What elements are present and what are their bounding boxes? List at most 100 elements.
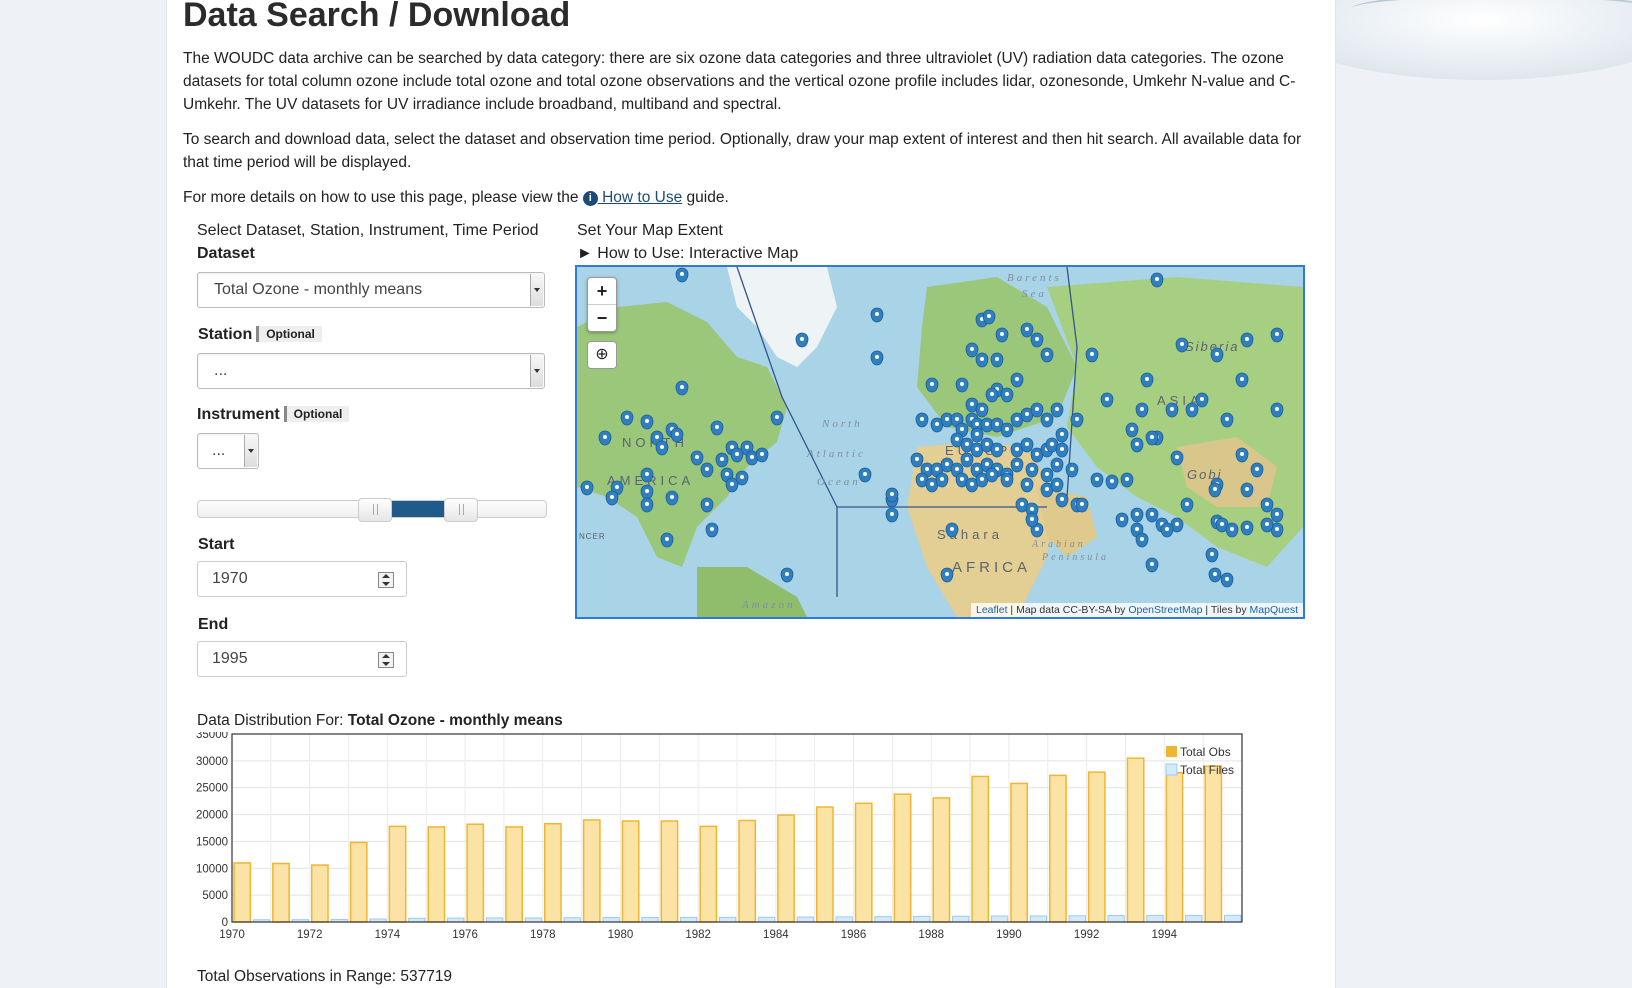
chart-x-tick-label: 1990 (996, 929, 1022, 941)
station-marker-dot (1175, 522, 1179, 526)
how-to-use-link[interactable]: i How to Use (582, 189, 682, 206)
slider-end-handle[interactable] (444, 498, 478, 522)
station-marker-dot (775, 415, 779, 419)
instrument-label-text: Instrument (197, 406, 280, 423)
spinner-icon[interactable] (378, 572, 394, 588)
station-marker-dot (1045, 472, 1049, 476)
label-atlantic: Atlantic (806, 448, 866, 460)
chart-bar-total-obs (349, 841, 368, 923)
station-marker-dot (645, 419, 649, 423)
station-marker-dot (1025, 412, 1029, 416)
label-africa: AFRICA (952, 559, 1031, 576)
station-marker-dot (875, 355, 879, 359)
station-marker-dot (960, 427, 964, 431)
station-marker-dot (585, 485, 589, 489)
station-marker-dot (730, 482, 734, 486)
zoom-in-button[interactable]: + (588, 278, 616, 305)
station-marker-dot (705, 467, 709, 471)
chart-x-tick-label: 1984 (763, 929, 789, 941)
distribution-title: Data Distribution For: Total Ozone - mon… (197, 712, 563, 730)
station-marker-dot (1035, 452, 1039, 456)
legend-swatch-total-obs (1166, 746, 1177, 757)
station-marker-dot (1150, 435, 1154, 439)
chart-bar-total-files (718, 916, 737, 923)
station-marker-dot (1190, 407, 1194, 411)
attribution-tiles: | Tiles by (1202, 604, 1250, 616)
station-marker-dot (710, 527, 714, 531)
station-marker-dot (920, 477, 924, 481)
station-marker-dot (980, 407, 984, 411)
chart-bar-total-files (913, 915, 931, 923)
station-marker-dot (1213, 487, 1217, 491)
zoom-out-button[interactable]: − (588, 305, 616, 331)
chart-y-tick-label: 20000 (196, 810, 228, 822)
station-marker-dot (955, 417, 959, 421)
map-howto-toggle[interactable]: ► How to Use: Interactive Map (577, 245, 798, 263)
info-icon: i (582, 191, 598, 206)
station-marker-dot (1055, 462, 1059, 466)
spinner-icon[interactable] (378, 652, 394, 668)
station-marker-dot (1215, 352, 1219, 356)
station-marker-dot (1155, 277, 1159, 281)
station-select[interactable]: ... (197, 353, 545, 389)
station-marker-dot (1220, 522, 1224, 526)
station-marker-dot (965, 442, 969, 446)
station-marker-dot (970, 402, 974, 406)
station-marker-dot (1240, 377, 1244, 381)
zoom-control[interactable]: + − (587, 277, 617, 332)
globe-icon[interactable]: ⊕ (587, 341, 617, 369)
station-marker-dot (705, 502, 709, 506)
station-marker-dot (975, 447, 979, 451)
station-marker-dot (1000, 332, 1004, 336)
slider-start-handle[interactable] (358, 498, 392, 522)
station-marker-dot (990, 392, 994, 396)
time-range-slider[interactable] (197, 498, 547, 522)
station-marker-dot (1015, 377, 1019, 381)
station-marker-dot (985, 442, 989, 446)
chart-bar-total-obs (815, 806, 834, 923)
station-marker-dot (695, 455, 699, 459)
osm-link[interactable]: OpenStreetMap (1128, 604, 1202, 616)
station-marker-dot (1213, 572, 1217, 576)
chart-x-tick-label: 1982 (685, 929, 711, 941)
station-marker-dot (1045, 487, 1049, 491)
chart-bar-total-files (1146, 914, 1164, 923)
chart-x-tick-label: 1988 (918, 929, 944, 941)
station-marker-dot (665, 537, 669, 541)
chart-bar-total-obs (660, 820, 679, 923)
station-marker-dot (1090, 352, 1094, 356)
chart-x-tick-label: 1972 (297, 929, 323, 941)
instrument-select[interactable]: ... (197, 433, 259, 469)
chart-bar-total-obs (1165, 771, 1184, 923)
station-marker-dot (1210, 552, 1214, 556)
station-marker-dot (1230, 527, 1234, 531)
instrument-optional-badge: Optional (283, 406, 350, 422)
chart-bar-total-obs (466, 823, 485, 923)
chevron-down-icon (530, 355, 543, 387)
intro-paragraph: The WOUDC data archive can be searched b… (183, 50, 1296, 113)
station-marker-dot (890, 492, 894, 496)
chart-bar-total-obs (582, 819, 601, 923)
chart-bar-total-obs (233, 862, 252, 923)
chart-bar-total-obs (1204, 765, 1223, 923)
chevron-down-icon (244, 435, 257, 467)
end-year-input[interactable]: 1995 (197, 641, 407, 677)
station-marker-dot (735, 452, 739, 456)
leaflet-link[interactable]: Leaflet (976, 604, 1008, 616)
interactive-map[interactable]: Barents Sea North Atlantic Ocean Amazon … (575, 265, 1305, 619)
slider-selected-range (390, 501, 444, 517)
station-marker-dot (610, 495, 614, 499)
chart-x-tick-label: 1976 (452, 929, 478, 941)
dataset-select[interactable]: Total Ozone - monthly means (197, 272, 545, 308)
station-marker-dot (1050, 442, 1054, 446)
station-marker-dot (930, 382, 934, 386)
start-year-input[interactable]: 1970 (197, 561, 407, 597)
mapquest-link[interactable]: MapQuest (1250, 604, 1298, 616)
station-marker-dot (930, 482, 934, 486)
form-heading: Select Dataset, Station, Instrument, Tim… (197, 222, 539, 239)
map-attribution: Leaflet | Map data CC-BY-SA by OpenStree… (970, 603, 1303, 617)
station-marker-dot (1005, 477, 1009, 481)
station-marker-dot (920, 417, 924, 421)
station-marker-dot (1015, 447, 1019, 451)
background-swoosh (1312, 0, 1632, 120)
